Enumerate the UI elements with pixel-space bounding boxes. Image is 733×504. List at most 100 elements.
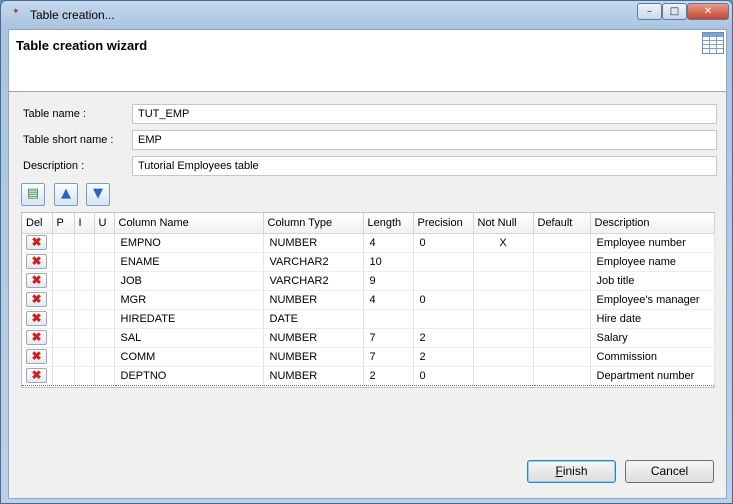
delete-row-icon[interactable]: ✖ [26,235,47,250]
cell-length[interactable]: 7 [363,347,414,367]
cell-i[interactable] [74,290,95,310]
cell-description[interactable]: Employee name [590,252,715,272]
cell-p[interactable] [52,309,75,329]
cell-column-type[interactable]: NUMBER [263,347,364,367]
add-column-button[interactable]: ▤ [21,183,45,206]
cell-u[interactable] [94,347,115,367]
cell-not-null[interactable] [473,309,534,329]
header-del[interactable]: Del [22,213,53,234]
cell-length[interactable]: 4 [363,233,414,253]
cell-i[interactable] [74,271,95,291]
delete-row-icon[interactable]: ✖ [26,349,47,364]
header-precision[interactable]: Precision [413,213,474,234]
cell-default[interactable] [533,328,591,348]
move-up-button[interactable]: ▲ [54,183,78,206]
cell-description[interactable]: Employee number [590,233,715,253]
cell-i[interactable] [74,252,95,272]
cell-column-type[interactable]: NUMBER [263,328,364,348]
cell-length[interactable] [363,309,414,329]
minimize-button[interactable]: – [637,3,662,20]
cell-default[interactable] [533,309,591,329]
cell-column-type[interactable]: DATE [263,309,364,329]
cell-u[interactable] [94,309,115,329]
cell-not-null[interactable] [473,328,534,348]
cell-default[interactable] [533,365,591,386]
table-row[interactable]: ✖ MGR NUMBER 4 0 Employee's manager [22,290,715,310]
cell-length[interactable]: 9 [363,271,414,291]
title-bar[interactable]: ✦ Table creation... – □ ✕ [1,1,732,29]
cell-u[interactable] [94,252,115,272]
cell-u[interactable] [94,271,115,291]
header-column-type[interactable]: Column Type [263,213,364,234]
cell-precision[interactable]: 0 [413,365,474,386]
cell-column-type[interactable]: NUMBER [263,365,364,386]
table-row[interactable]: ✖ SAL NUMBER 7 2 Salary [22,328,715,348]
cell-i[interactable] [74,233,95,253]
cell-column-name[interactable]: ENAME [114,252,264,272]
cell-precision[interactable]: 2 [413,347,474,367]
header-column-name[interactable]: Column Name [114,213,264,234]
cell-p[interactable] [52,365,75,386]
cell-precision[interactable]: 2 [413,328,474,348]
cell-default[interactable] [533,271,591,291]
cell-u[interactable] [94,290,115,310]
cell-not-null[interactable] [473,290,534,310]
cell-description[interactable]: Commission [590,347,715,367]
cell-default[interactable] [533,233,591,253]
delete-row-icon[interactable]: ✖ [26,311,47,326]
cancel-button[interactable]: Cancel [625,460,714,483]
header-not-null[interactable]: Not Null [473,213,534,234]
header-p[interactable]: P [52,213,75,234]
cell-not-null[interactable] [473,271,534,291]
cell-p[interactable] [52,347,75,367]
cell-description[interactable]: Hire date [590,309,715,329]
cell-not-null[interactable]: X [473,233,534,253]
cell-length[interactable]: 7 [363,328,414,348]
cell-p[interactable] [52,271,75,291]
cell-column-type[interactable]: VARCHAR2 [263,271,364,291]
cell-u[interactable] [94,233,115,253]
description-field[interactable]: Tutorial Employees table [132,156,717,176]
table-row[interactable]: ✖ ENAME VARCHAR2 10 Employee name [22,252,715,272]
cell-column-name[interactable]: SAL [114,328,264,348]
close-button[interactable]: ✕ [687,3,729,20]
cell-column-name[interactable]: HIREDATE [114,309,264,329]
move-down-button[interactable]: ▼ [86,183,110,206]
cell-length[interactable]: 4 [363,290,414,310]
cell-column-name[interactable]: JOB [114,271,264,291]
cell-precision[interactable]: 0 [413,290,474,310]
header-i[interactable]: I [74,213,95,234]
header-default[interactable]: Default [533,213,591,234]
cell-p[interactable] [52,328,75,348]
table-row[interactable]: ✖ DEPTNO NUMBER 2 0 Department number [22,365,715,386]
cell-length[interactable]: 2 [363,365,414,386]
cell-u[interactable] [94,365,115,386]
cell-column-type[interactable]: NUMBER [263,290,364,310]
cell-description[interactable]: Job title [590,271,715,291]
cell-i[interactable] [74,365,95,386]
table-name-field[interactable]: TUT_EMP [132,104,717,124]
cell-column-name[interactable]: EMPNO [114,233,264,253]
cell-column-name[interactable]: COMM [114,347,264,367]
table-short-name-field[interactable]: EMP [132,130,717,150]
header-description[interactable]: Description [590,213,715,234]
cell-p[interactable] [52,233,75,253]
finish-button[interactable]: Finish [527,460,616,483]
cell-precision[interactable]: 0 [413,233,474,253]
cell-default[interactable] [533,290,591,310]
cell-description[interactable]: Salary [590,328,715,348]
delete-row-icon[interactable]: ✖ [26,292,47,307]
cell-precision[interactable] [413,252,474,272]
cell-description[interactable]: Department number [590,365,715,386]
cell-column-type[interactable]: VARCHAR2 [263,252,364,272]
delete-row-icon[interactable]: ✖ [26,330,47,345]
delete-row-icon[interactable]: ✖ [26,254,47,269]
cell-description[interactable]: Employee's manager [590,290,715,310]
cell-not-null[interactable] [473,252,534,272]
cell-precision[interactable] [413,309,474,329]
cell-length[interactable]: 10 [363,252,414,272]
delete-row-icon[interactable]: ✖ [26,368,47,383]
cell-default[interactable] [533,347,591,367]
cell-column-name[interactable]: DEPTNO [114,365,264,386]
delete-row-icon[interactable]: ✖ [26,273,47,288]
